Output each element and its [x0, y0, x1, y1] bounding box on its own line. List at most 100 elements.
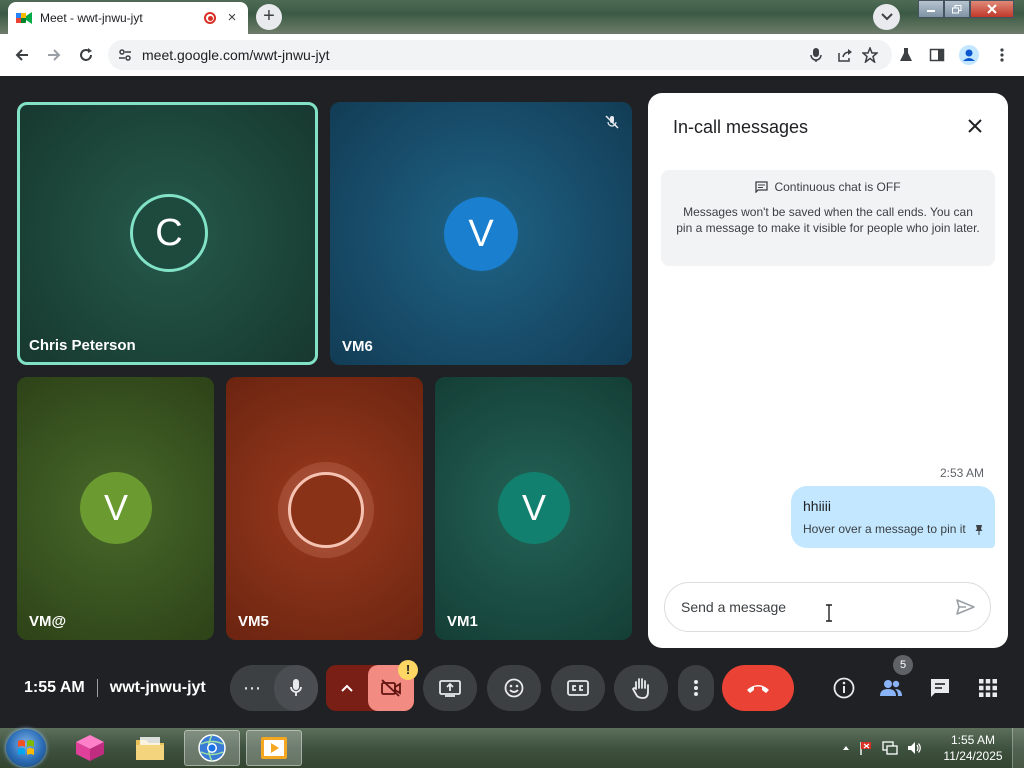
url-text: meet.google.com/wwt-jnwu-jyt	[142, 47, 330, 63]
audio-options-button[interactable]: ⋯	[230, 678, 274, 699]
browser-tabstrip: Meet - wwt-jnwu-jyt × +	[0, 0, 1024, 34]
browser-globe-icon	[198, 734, 226, 762]
browser-menu-button[interactable]	[989, 42, 1015, 68]
windows-taskbar: 1:55 AM 11/24/2025	[0, 728, 1024, 768]
chat-message[interactable]: hhiiii Hover over a message to pin it	[791, 486, 995, 548]
panel-title: In-call messages	[673, 117, 809, 137]
chat-button[interactable]	[926, 674, 954, 702]
message-text: hhiiii	[803, 498, 832, 514]
info-icon	[833, 677, 855, 699]
side-panel-icon	[929, 48, 945, 62]
folder-icon	[136, 737, 164, 760]
side-panel-button[interactable]	[924, 42, 950, 68]
flask-icon	[900, 48, 912, 61]
browser-tab-meet[interactable]: Meet - wwt-jnwu-jyt ×	[8, 2, 248, 34]
taskbar-clock[interactable]: 1:55 AM 11/24/2025	[940, 732, 1006, 764]
meeting-details-button[interactable]	[830, 674, 858, 702]
media-player-icon	[261, 737, 287, 759]
leave-call-button[interactable]	[722, 665, 794, 711]
taskbar-app-file-explorer[interactable]	[122, 730, 178, 766]
camera-options-button[interactable]	[326, 684, 368, 692]
people-button[interactable]	[877, 674, 905, 702]
window-close-button[interactable]	[970, 0, 1014, 18]
captions-button[interactable]	[551, 665, 605, 711]
voice-search-button[interactable]	[803, 42, 829, 68]
profile-button[interactable]	[956, 42, 982, 68]
chevron-up-icon	[341, 684, 353, 692]
activities-button[interactable]	[974, 674, 1002, 702]
show-desktop-button[interactable]	[1012, 728, 1024, 768]
volume-icon[interactable]	[906, 740, 922, 756]
reload-button[interactable]	[73, 42, 99, 68]
extensions-button[interactable]	[893, 42, 919, 68]
text-cursor-icon	[826, 604, 832, 622]
notice-body: Messages won't be saved when the call en…	[676, 205, 980, 235]
close-icon	[987, 4, 997, 14]
minimize-button[interactable]	[918, 0, 944, 18]
action-center-flag-icon[interactable]	[858, 740, 874, 756]
more-options-button[interactable]	[678, 665, 714, 711]
pink-cube-app-icon	[76, 735, 104, 761]
back-button[interactable]	[9, 42, 35, 68]
network-icon[interactable]	[882, 740, 898, 756]
kebab-menu-icon	[694, 680, 698, 696]
in-call-messages-panel: In-call messages Continuous chat is OFF …	[648, 93, 1008, 648]
close-icon	[968, 119, 982, 133]
close-panel-button[interactable]	[964, 115, 986, 137]
restore-button[interactable]	[944, 0, 970, 18]
end-call-icon	[747, 685, 769, 693]
message-timestamp: 2:53 AM	[939, 466, 984, 480]
send-icon[interactable]	[954, 596, 976, 618]
participant-tile-vm1[interactable]: V VM1	[435, 377, 632, 640]
participant-tile-vm5[interactable]: VM5	[226, 377, 423, 640]
send-message-input[interactable]	[681, 599, 931, 615]
emoji-icon	[504, 678, 524, 698]
reactions-button[interactable]	[487, 665, 541, 711]
pin-hint: Hover over a message to pin it	[803, 522, 983, 536]
participant-count-badge: 5	[893, 655, 913, 675]
mic-off-icon	[605, 115, 619, 129]
participant-name: VM5	[238, 613, 269, 630]
present-button[interactable]	[423, 665, 477, 711]
arrow-right-icon	[48, 49, 61, 61]
start-button[interactable]	[6, 729, 46, 767]
people-icon	[880, 680, 902, 696]
share-button[interactable]	[832, 42, 858, 68]
show-hidden-icons-icon[interactable]	[842, 745, 850, 751]
participant-name: Chris Peterson	[29, 337, 136, 354]
notice-title: Continuous chat is OFF	[774, 180, 901, 194]
tab-close-button[interactable]: ×	[224, 10, 240, 26]
meeting-info: 1:55 AM wwt-jnwu-jyt	[24, 679, 206, 697]
site-info-icon[interactable]	[118, 48, 132, 62]
forward-button[interactable]	[41, 42, 67, 68]
closed-captions-icon	[567, 680, 589, 696]
taskbar-app-media[interactable]	[246, 730, 302, 766]
tab-search-button[interactable]	[873, 4, 900, 30]
bookmark-button[interactable]	[857, 42, 883, 68]
recording-indicator-icon	[204, 12, 216, 24]
microphone-button[interactable]	[274, 665, 318, 711]
taskbar-app-cube[interactable]	[62, 730, 118, 766]
participant-tile-vm6[interactable]: V VM6	[330, 102, 632, 365]
current-time: 1:55 AM	[24, 679, 85, 696]
kebab-menu-icon	[1000, 48, 1004, 62]
audio-control-group: ⋯	[230, 665, 318, 711]
new-tab-button[interactable]: +	[256, 4, 282, 30]
clock-time: 1:55 AM	[950, 733, 996, 747]
participant-tile-chris-peterson[interactable]: C Chris Peterson	[17, 102, 318, 365]
hand-icon	[631, 678, 649, 699]
address-bar[interactable]: meet.google.com/wwt-jnwu-jyt	[108, 40, 892, 70]
apps-grid-icon	[979, 679, 997, 697]
pin-hint-text: Hover over a message to pin it	[803, 522, 966, 536]
notice-header: Continuous chat is OFF	[675, 180, 981, 194]
avatar: V	[444, 197, 518, 271]
taskbar-app-chrome[interactable]	[184, 730, 240, 766]
raise-hand-button[interactable]	[614, 665, 668, 711]
pin-icon[interactable]	[975, 524, 983, 535]
windows-logo-icon	[18, 740, 34, 755]
participant-name: VM@	[29, 613, 67, 630]
reload-icon	[80, 48, 92, 61]
window-controls	[918, 0, 1014, 18]
participant-tile-vm-at[interactable]: V VM@	[17, 377, 214, 640]
star-icon	[862, 47, 878, 63]
